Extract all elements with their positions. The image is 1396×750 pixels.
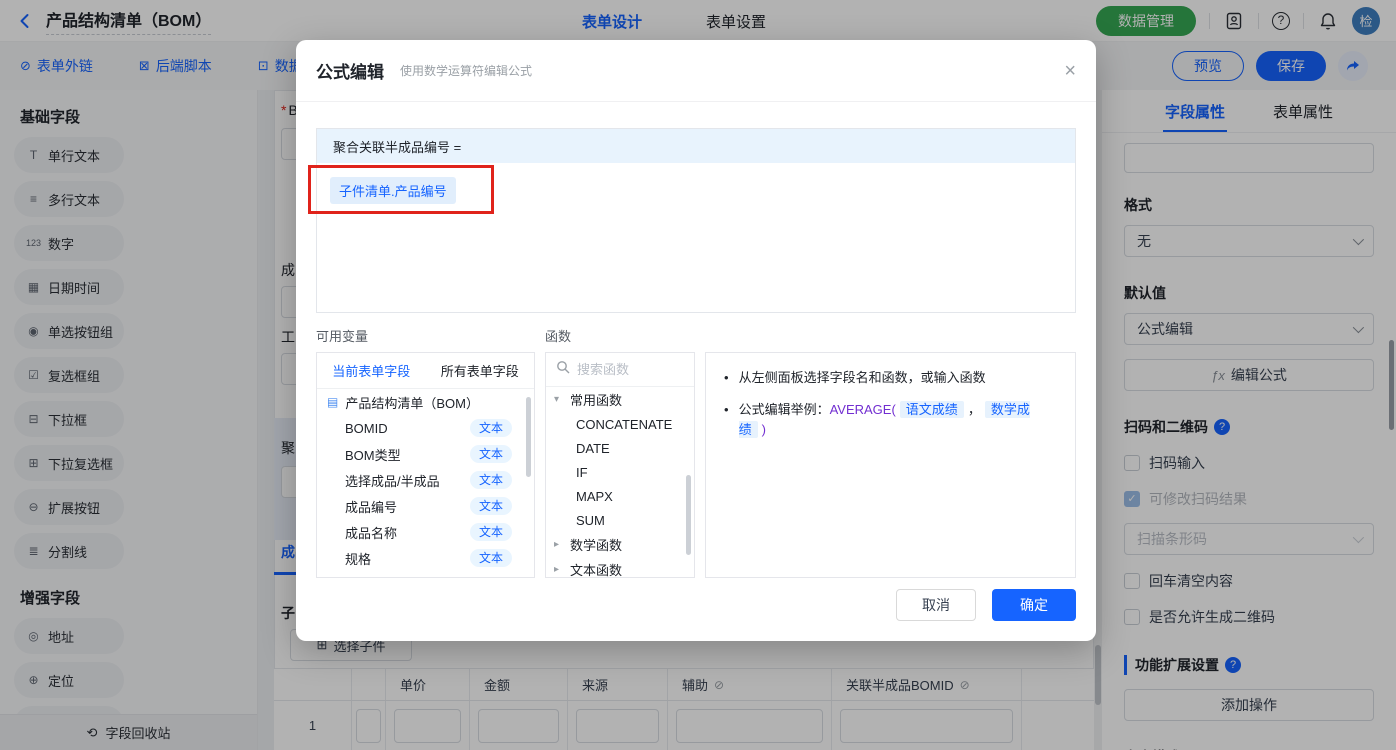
formula-editor: 聚合关联半成品编号 = 子件清单.产品编号 — [308, 128, 1076, 313]
function-search[interactable] — [546, 353, 694, 387]
modal-subtitle: 使用数学运算符编辑公式 — [400, 64, 533, 78]
variable-field[interactable]: 规格 文本 — [317, 545, 534, 571]
tab-all-form-fields[interactable]: 所有表单字段 — [441, 361, 519, 380]
tab-current-form-fields[interactable]: 当前表单字段 — [332, 361, 410, 380]
variables-tree-root[interactable]: ▤ 产品结构清单（BOM） — [317, 389, 534, 415]
field-type-badge: 文本 — [469, 445, 512, 463]
hint-line-2: • 公式编辑举例：AVERAGE(语文成绩，数学成绩) — [724, 401, 1030, 438]
variable-field[interactable]: 成品名称 文本 — [317, 519, 534, 545]
function-item[interactable]: CONCATENATE — [546, 412, 694, 436]
function-item[interactable]: SUM — [546, 508, 694, 532]
panels-row: 当前表单字段 所有表单字段 ▤ 产品结构清单（BOM） BOMID 文本 BOM类… — [316, 352, 1076, 578]
field-type-badge: 文本 — [469, 549, 512, 567]
modal-title: 公式编辑 — [316, 63, 384, 82]
variables-tabs: 当前表单字段 所有表单字段 — [317, 353, 534, 389]
formula-edit-modal: 公式编辑 使用数学运算符编辑公式 × 聚合关联半成品编号 = 子件清单.产品编号… — [296, 40, 1096, 641]
field-type-badge: 文本 — [469, 523, 512, 541]
function-group-text[interactable]: ▸ 文本函数 — [546, 557, 694, 577]
function-group-common[interactable]: ▾ 常用函数 — [546, 387, 694, 412]
variables-label: 可用变量 — [316, 329, 369, 344]
variable-field[interactable]: 成品编号 文本 — [317, 493, 534, 519]
function-item[interactable]: IF — [546, 460, 694, 484]
modal-footer: 取消 确定 — [896, 589, 1076, 621]
field-type-badge: 文本 — [469, 497, 512, 515]
variable-field[interactable]: BOM类型 文本 — [317, 441, 534, 467]
functions-panel: ▾ 常用函数 CONCATENATE DATE IF MAPX SUM ▸ 数学… — [545, 352, 695, 578]
hints-panel: • 从左侧面板选择字段名和函数，或输入函数 • 公式编辑举例：AVERAGE(语… — [705, 352, 1076, 578]
chevron-down-icon: ▾ — [554, 394, 560, 405]
example-field-chip: 语文成绩 — [899, 401, 964, 418]
function-search-input[interactable] — [577, 362, 677, 377]
chevron-right-icon: ▸ — [554, 564, 560, 575]
formula-input-area[interactable]: 子件清单.产品编号 — [308, 163, 1075, 312]
app-root: 产品结构清单（BOM） 表单设计 表单设置 数据管理 ? 检 ⊘ 表单外链 ⊠ 后端… — [0, 0, 1396, 750]
modal-body: 聚合关联半成品编号 = 子件清单.产品编号 可用变量 函数 当前表单字段 所有表… — [296, 102, 1096, 598]
hint-line-1: • 从左侧面板选择字段名和函数，或输入函数 — [724, 370, 986, 385]
functions-scrollbar[interactable] — [686, 475, 691, 555]
variable-field[interactable]: BOMID 文本 — [317, 415, 534, 441]
field-type-badge: 文本 — [469, 471, 512, 489]
functions-label: 函数 — [545, 329, 572, 344]
function-item[interactable]: MAPX — [546, 484, 694, 508]
field-type-badge: 文本 — [469, 419, 512, 437]
function-group-math[interactable]: ▸ 数学函数 — [546, 532, 694, 557]
search-icon — [556, 360, 570, 379]
variables-panel: 当前表单字段 所有表单字段 ▤ 产品结构清单（BOM） BOMID 文本 BOM类… — [316, 352, 535, 578]
document-icon: ▤ — [327, 395, 339, 409]
function-name-example: AVERAGE( — [829, 402, 896, 417]
close-icon[interactable]: × — [1064, 61, 1076, 81]
variable-field[interactable]: 选择成品/半成品 文本 — [317, 467, 534, 493]
panel-labels: 可用变量 函数 — [316, 326, 1076, 345]
function-item[interactable]: DATE — [546, 436, 694, 460]
cancel-button[interactable]: 取消 — [896, 589, 976, 621]
variables-scrollbar[interactable] — [526, 397, 531, 477]
formula-target: 聚合关联半成品编号 = — [317, 129, 1075, 163]
modal-header: 公式编辑 使用数学运算符编辑公式 × — [296, 40, 1096, 102]
formula-field-chip[interactable]: 子件清单.产品编号 — [330, 177, 456, 204]
chevron-right-icon: ▸ — [554, 539, 560, 550]
confirm-button[interactable]: 确定 — [992, 589, 1076, 621]
